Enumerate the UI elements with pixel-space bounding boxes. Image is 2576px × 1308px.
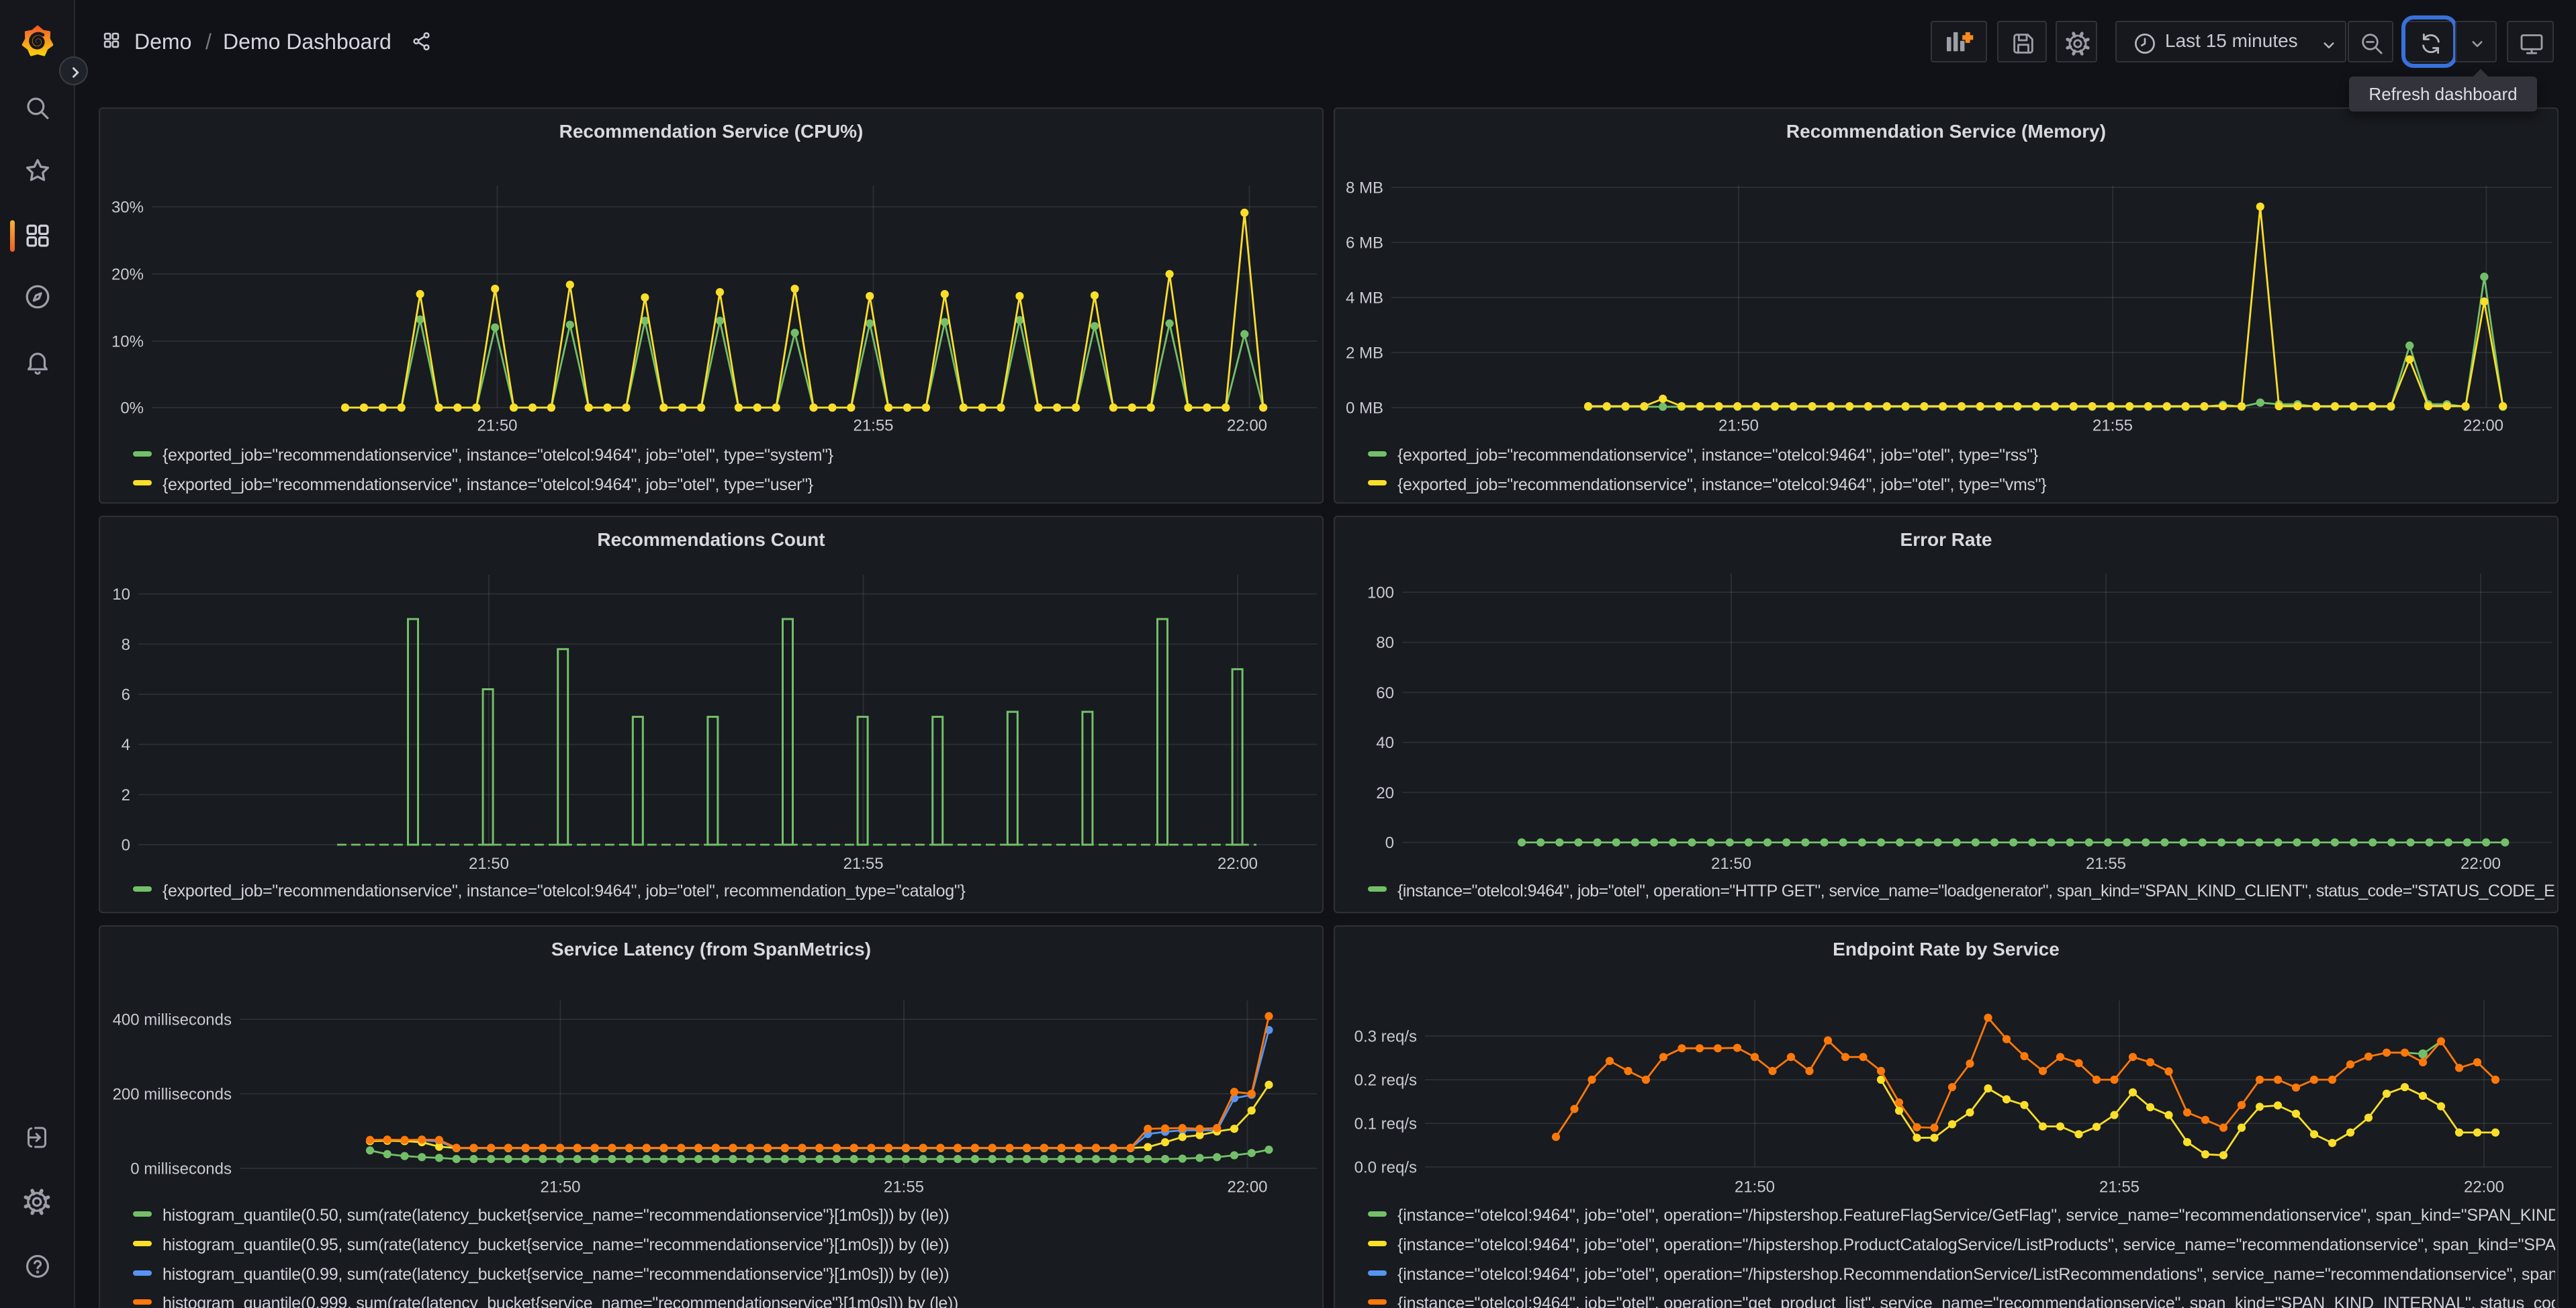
svg-text:21:50: 21:50: [1718, 417, 1759, 435]
svg-text:0: 0: [1385, 834, 1394, 852]
svg-text:8: 8: [122, 636, 130, 654]
svg-text:0: 0: [122, 837, 130, 855]
svg-text:22:00: 22:00: [2460, 855, 2501, 873]
svg-text:20: 20: [1376, 784, 1394, 802]
svg-text:21:50: 21:50: [1711, 855, 1751, 873]
svg-text:21:55: 21:55: [2099, 1178, 2140, 1197]
svg-text:21:55: 21:55: [843, 855, 884, 873]
svg-text:0.1 req/s: 0.1 req/s: [1354, 1115, 1417, 1133]
svg-text:10%: 10%: [111, 333, 144, 351]
svg-text:21:50: 21:50: [1735, 1178, 1775, 1197]
svg-text:60: 60: [1376, 684, 1394, 702]
svg-text:22:00: 22:00: [1217, 855, 1258, 873]
svg-text:21:50: 21:50: [540, 1178, 580, 1197]
svg-text:21:55: 21:55: [884, 1178, 924, 1197]
svg-text:21:55: 21:55: [853, 417, 893, 435]
svg-text:2: 2: [122, 786, 130, 804]
svg-text:6 MB: 6 MB: [1346, 234, 1383, 252]
svg-text:80: 80: [1376, 634, 1394, 652]
svg-text:22:00: 22:00: [2463, 417, 2503, 435]
svg-text:0.3 req/s: 0.3 req/s: [1354, 1028, 1417, 1046]
svg-text:10: 10: [112, 586, 130, 604]
svg-text:40: 40: [1376, 734, 1394, 752]
svg-text:0.2 req/s: 0.2 req/s: [1354, 1072, 1417, 1090]
svg-text:0 milliseconds: 0 milliseconds: [130, 1160, 232, 1178]
svg-text:22:00: 22:00: [1227, 417, 1267, 435]
svg-text:30%: 30%: [111, 199, 144, 217]
svg-text:21:50: 21:50: [477, 417, 517, 435]
svg-text:21:55: 21:55: [2092, 417, 2133, 435]
svg-text:0 MB: 0 MB: [1346, 400, 1383, 418]
svg-text:4 MB: 4 MB: [1346, 289, 1383, 308]
svg-text:100: 100: [1367, 584, 1394, 602]
svg-text:22:00: 22:00: [2464, 1178, 2504, 1197]
svg-text:200 milliseconds: 200 milliseconds: [113, 1086, 232, 1104]
svg-text:20%: 20%: [111, 266, 144, 284]
svg-text:22:00: 22:00: [1227, 1178, 1267, 1197]
svg-text:8 MB: 8 MB: [1346, 179, 1383, 197]
svg-text:0%: 0%: [120, 400, 144, 418]
svg-text:2 MB: 2 MB: [1346, 344, 1383, 363]
svg-text:4: 4: [122, 736, 130, 754]
svg-text:0.0 req/s: 0.0 req/s: [1354, 1159, 1417, 1177]
svg-text:21:50: 21:50: [469, 855, 509, 873]
svg-text:400 milliseconds: 400 milliseconds: [113, 1011, 232, 1029]
svg-text:21:55: 21:55: [2086, 855, 2126, 873]
svg-text:6: 6: [122, 686, 130, 704]
